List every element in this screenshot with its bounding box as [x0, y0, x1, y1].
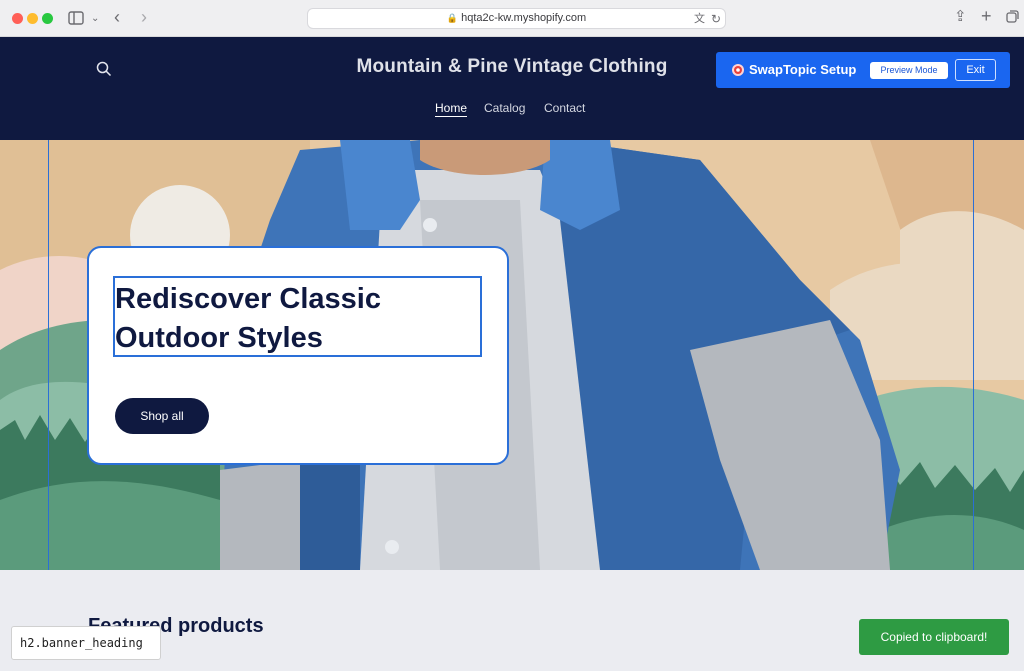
inspector-selector-tag: h2.banner_heading	[11, 626, 161, 660]
clipboard-toast: Copied to clipboard!	[859, 619, 1009, 655]
forward-icon[interactable]: ›	[141, 8, 147, 26]
reload-icon[interactable]: ↻	[711, 11, 721, 27]
translate-icon[interactable]: 文	[694, 11, 705, 27]
minimize-window-button[interactable]	[27, 13, 38, 24]
nav-link-catalog[interactable]: Catalog	[484, 101, 525, 115]
store-title[interactable]: Mountain & Pine Vintage Clothing	[300, 56, 724, 78]
address-bar[interactable]: 🔒 hqta2c-kw.myshopify.com	[307, 8, 726, 29]
preview-mode-button[interactable]: Preview Mode	[870, 62, 948, 79]
zoom-window-button[interactable]	[42, 13, 53, 24]
share-icon[interactable]: ⇪	[954, 9, 967, 25]
new-tab-icon[interactable]: +	[981, 7, 992, 25]
swaptopic-label: SwapTopic Setup	[749, 62, 857, 77]
target-icon	[731, 63, 745, 82]
close-window-button[interactable]	[12, 13, 23, 24]
section-guide-left	[48, 140, 49, 570]
chevron-down-icon[interactable]: ⌄	[91, 11, 99, 27]
shop-all-button[interactable]: Shop all	[115, 398, 209, 434]
tabs-icon[interactable]	[1006, 10, 1019, 27]
nav-link-home[interactable]: Home	[435, 101, 468, 117]
lock-icon: 🔒	[446, 13, 459, 23]
back-icon[interactable]: ‹	[114, 8, 120, 26]
banner-heading[interactable]: Rediscover Classic Outdoor Styles	[115, 280, 477, 358]
nav-link-contact[interactable]: Contact	[544, 101, 585, 115]
section-guide-right	[973, 140, 974, 570]
exit-button[interactable]: Exit	[955, 59, 996, 81]
search-icon[interactable]	[96, 61, 112, 82]
url-text: hqta2c-kw.myshopify.com	[461, 12, 587, 24]
sidebar-icon[interactable]	[68, 11, 84, 29]
